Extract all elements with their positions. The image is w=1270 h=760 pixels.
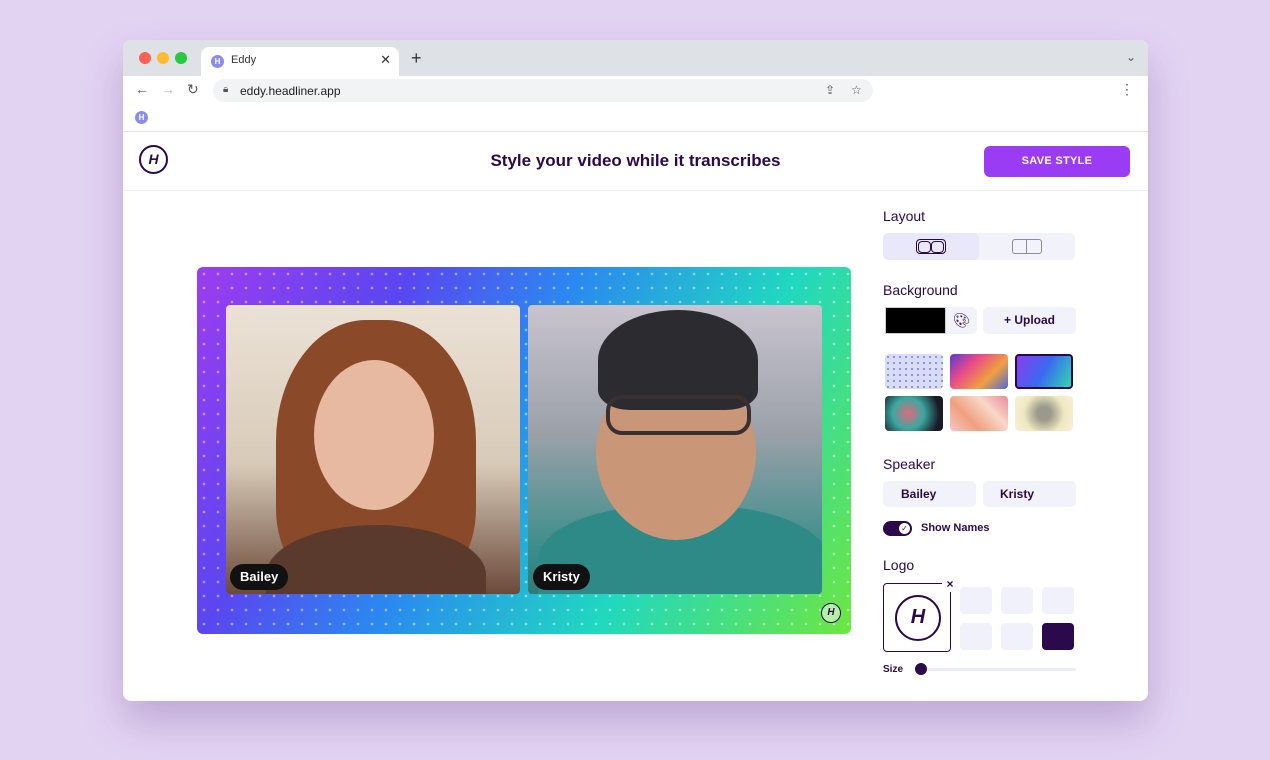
size-label: Size xyxy=(883,664,904,675)
logo-slot[interactable] xyxy=(1001,623,1033,650)
minimize-window-button[interactable] xyxy=(157,52,169,64)
speaker-heading: Speaker xyxy=(883,456,936,472)
url-text: eddy.headliner.app xyxy=(240,84,341,98)
share-icon[interactable]: ⇪ xyxy=(825,83,835,97)
reload-icon[interactable]: ↻ xyxy=(187,81,199,98)
speaker-name-tag: Bailey xyxy=(230,564,289,590)
background-thumbnail-selected[interactable] xyxy=(1015,354,1073,389)
split-layout-icon xyxy=(1012,239,1042,254)
show-names-label: Show Names xyxy=(921,522,990,534)
background-thumbnail[interactable] xyxy=(885,396,943,431)
two-tiles-layout-icon xyxy=(916,239,946,254)
watermark-logo-icon: H xyxy=(821,603,841,623)
logo-color-slot[interactable] xyxy=(1042,623,1074,650)
background-thumbnail[interactable] xyxy=(950,354,1008,389)
speaker-name-tag: Kristy xyxy=(533,564,590,590)
bookmark-headliner-icon[interactable]: H xyxy=(135,111,148,124)
layout-option-side-by-side[interactable] xyxy=(883,233,979,260)
speaker-video-kristy: Kristy xyxy=(528,305,822,594)
lock-icon: 🔒︎ xyxy=(223,84,229,95)
app-header: H Style your video while it transcribes … xyxy=(123,132,1148,191)
title-bar: H Eddy ✕ + ⌄ xyxy=(123,40,1148,76)
size-slider-track[interactable] xyxy=(919,668,1076,671)
logo-slot[interactable] xyxy=(1001,587,1033,614)
logo-slot[interactable] xyxy=(1042,587,1074,614)
forward-arrow-icon[interactable]: → xyxy=(161,81,175,97)
bookmarks-bar: H xyxy=(123,104,1148,132)
tab-favicon-icon: H xyxy=(211,55,224,68)
browser-toolbar: ← → ↻ 🔒︎ eddy.headliner.app ⇪ ☆ ⋮ xyxy=(123,76,1148,104)
close-window-button[interactable] xyxy=(139,52,151,64)
speaker-button-kristy[interactable]: Kristy xyxy=(983,481,1076,507)
browser-menu-icon[interactable]: ⋮ xyxy=(1120,81,1134,98)
video-preview: Bailey Kristy H xyxy=(197,267,851,634)
size-slider-handle[interactable] xyxy=(915,663,927,675)
layout-selector xyxy=(883,233,1075,260)
address-bar[interactable]: 🔒︎ eddy.headliner.app ⇪ ☆ xyxy=(213,79,873,102)
star-icon[interactable]: ☆ xyxy=(851,83,862,97)
new-tab-button[interactable]: + xyxy=(411,48,422,69)
tab-title: Eddy xyxy=(231,54,257,66)
background-color-swatch[interactable] xyxy=(885,307,946,334)
background-heading: Background xyxy=(883,282,958,298)
background-thumbnail[interactable] xyxy=(1015,396,1073,431)
upload-background-button[interactable]: + Upload xyxy=(983,307,1076,334)
background-thumbnail[interactable] xyxy=(885,354,943,389)
tab-eddy[interactable]: H Eddy ✕ xyxy=(201,47,399,76)
browser-window: H Eddy ✕ + ⌄ ← → ↻ 🔒︎ eddy.headliner.app… xyxy=(123,40,1148,701)
background-thumbnail[interactable] xyxy=(950,396,1008,431)
layout-heading: Layout xyxy=(883,208,926,224)
headliner-logo-icon: H xyxy=(895,595,941,641)
back-arrow-icon[interactable]: ← xyxy=(135,81,149,97)
logo-slot[interactable] xyxy=(960,587,992,614)
logo-heading: Logo xyxy=(883,557,915,573)
layout-option-split[interactable] xyxy=(979,233,1075,260)
save-style-button[interactable]: SAVE STYLE xyxy=(984,146,1130,177)
maximize-window-button[interactable] xyxy=(175,52,187,64)
logo-slot[interactable] xyxy=(960,623,992,650)
show-names-toggle[interactable]: ✓ xyxy=(883,521,912,536)
remove-logo-icon[interactable]: × xyxy=(942,576,958,592)
tab-close-icon[interactable]: ✕ xyxy=(380,52,391,68)
chevron-down-icon[interactable]: ⌄ xyxy=(1126,50,1136,64)
palette-icon[interactable]: 🎨︎ xyxy=(946,307,977,334)
speaker-button-bailey[interactable]: Bailey xyxy=(883,481,976,507)
selected-logo-card[interactable]: H xyxy=(883,583,951,652)
check-icon: ✓ xyxy=(899,523,910,534)
speaker-video-bailey: Bailey xyxy=(226,305,520,594)
